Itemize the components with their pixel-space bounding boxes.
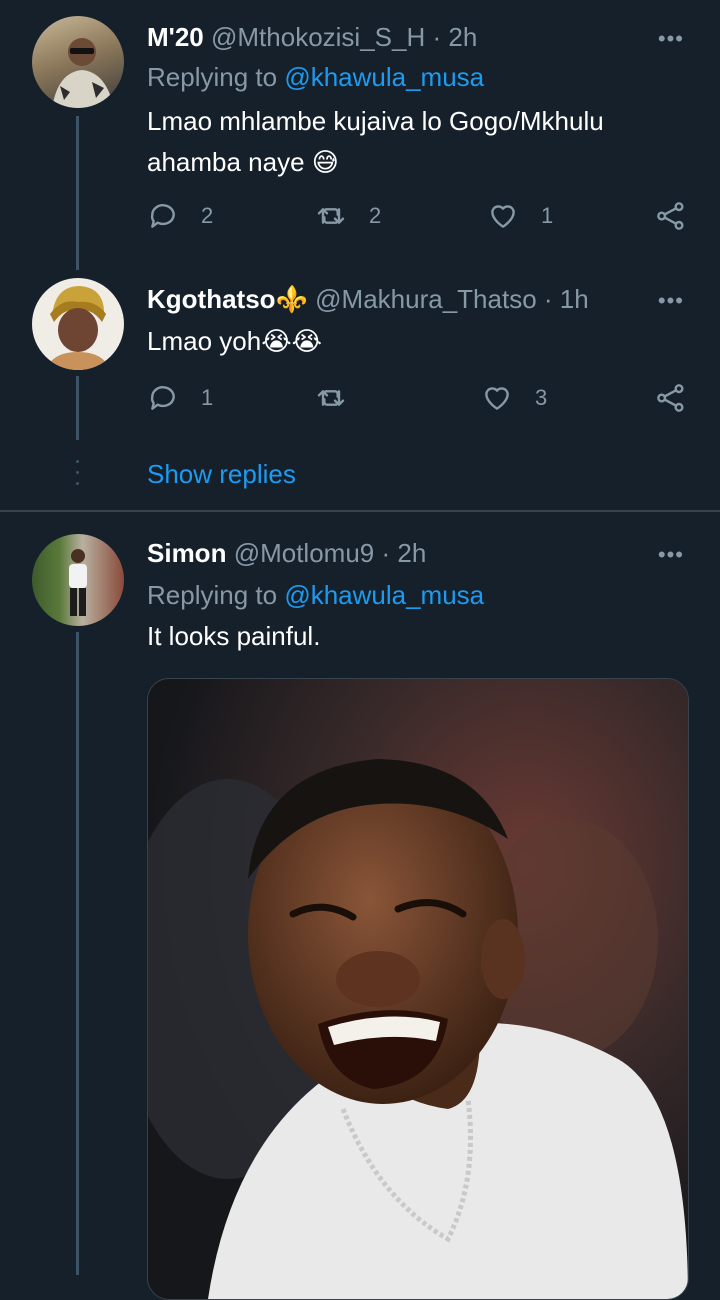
share-icon [657,384,684,412]
timestamp[interactable]: · 2h [432,22,477,52]
tweet-actions: 2 2 1 [147,200,692,240]
thread-line [76,376,79,440]
avatar[interactable] [32,16,124,108]
user-handle[interactable]: @Makhura_Thatso [315,284,537,314]
reply-button[interactable]: 1 [147,382,213,414]
replying-to: Replying to @khawula_musa [147,62,485,92]
crying-emoji: 😭😭 [261,326,322,356]
thread-line [76,116,79,270]
more-options-icon[interactable]: ••• [658,26,684,52]
tweet-header: Simon @Motlomu9 · 2h [147,538,426,569]
display-name[interactable]: M'20 [147,22,204,52]
retweet-icon [317,390,345,406]
retweet-button[interactable]: 2 [315,200,381,232]
share-icon [657,202,684,230]
more-options-icon[interactable]: ••• [658,542,684,568]
heart-icon [491,205,515,228]
avatar[interactable] [32,534,124,626]
user-handle[interactable]: @Motlomu9 [234,538,375,568]
reply-button[interactable]: 2 [147,200,213,232]
share-button[interactable] [655,200,687,232]
avatar[interactable] [32,278,124,370]
tweet-1[interactable]: M'20 @Mthokozisi_S_H · 2h ••• Replying t… [0,0,720,270]
display-name[interactable]: Kgothatso⚜️ [147,284,308,314]
timestamp[interactable]: · 2h [381,538,426,568]
grinning-sweat-emoji: 😅 [311,147,339,177]
retweet-count: 2 [369,203,382,228]
mention-link[interactable]: @khawula_musa [284,580,484,610]
retweet-icon [317,208,345,224]
fleur-de-lis-emoji: ⚜️ [275,284,308,314]
reply-count: 1 [201,385,214,410]
user-handle[interactable]: @Mthokozisi_S_H [211,22,425,52]
like-button[interactable]: 1 [487,200,553,232]
tweet-actions: 1 3 [147,382,692,422]
tweet-text: It looks painful. [147,621,321,651]
reply-icon [150,386,175,410]
replying-to: Replying to @khawula_musa [147,580,485,610]
retweet-button[interactable] [315,382,347,414]
like-button[interactable]: 3 [481,382,547,414]
like-count: 3 [535,385,548,410]
thread-line [76,632,79,1275]
show-replies-link[interactable]: Show replies [147,459,296,490]
tweet-text: Lmao mhlambe kujaiva lo Gogo/Mkhulu aham… [147,106,604,177]
mention-link[interactable]: @khawula_musa [284,62,484,92]
tweet-header: M'20 @Mthokozisi_S_H · 2h [147,22,477,53]
display-name[interactable]: Simon [147,538,226,568]
reply-icon [150,204,175,228]
thread-dots [76,460,79,493]
reply-count: 2 [201,203,214,228]
tweet-2[interactable]: Kgothatso⚜️ @Makhura_Thatso · 1h ••• Lma… [0,270,720,510]
timestamp[interactable]: · 1h [544,284,589,314]
share-button[interactable] [655,382,687,414]
more-options-icon[interactable]: ••• [658,288,684,314]
tweet-photo[interactable] [147,678,689,1300]
tweet-text: Lmao yoh😭😭 [147,326,322,356]
heart-icon [485,387,509,410]
tweet-header: Kgothatso⚜️ @Makhura_Thatso · 1h [147,284,589,315]
laughing-man-photo [148,679,688,1299]
like-count: 1 [541,203,554,228]
